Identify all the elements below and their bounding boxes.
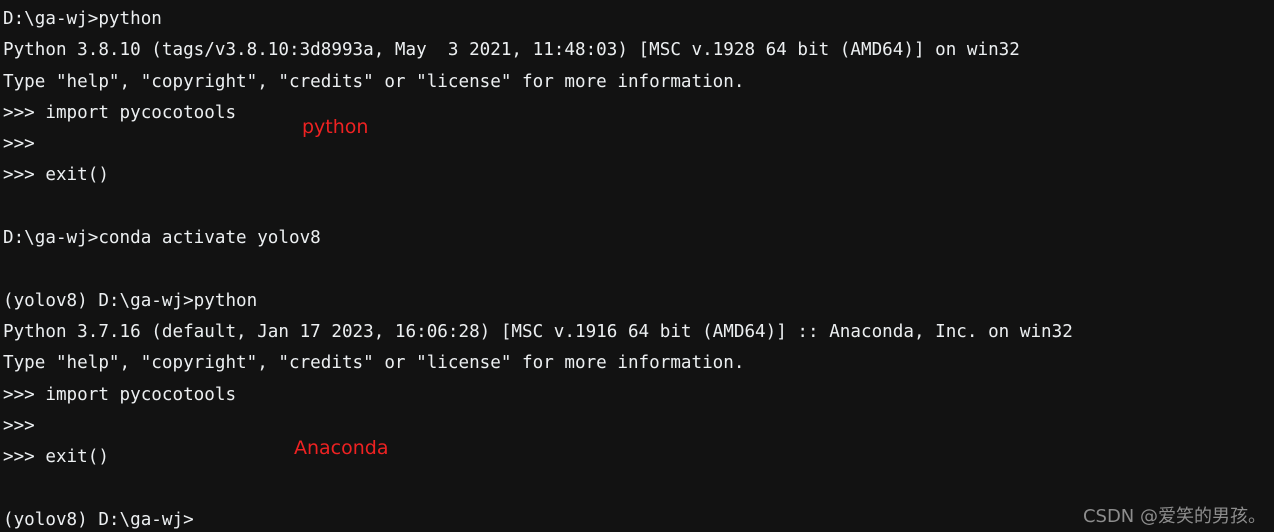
console-line: Python 3.8.10 (tags/v3.8.10:3d8993a, May… bbox=[3, 40, 1020, 61]
console-output[interactable]: D:\ga-wj>python Python 3.8.10 (tags/v3.8… bbox=[0, 0, 1274, 532]
console-line: D:\ga-wj>python bbox=[3, 9, 162, 29]
console-line: Type "help", "copyright", "credits" or "… bbox=[3, 71, 745, 92]
console-line: >>> bbox=[3, 415, 35, 436]
annotation-python: python bbox=[302, 116, 369, 138]
console-line: >>> exit() bbox=[3, 447, 109, 468]
terminal-window[interactable]: D:\ga-wj>python Python 3.8.10 (tags/v3.8… bbox=[0, 0, 1274, 532]
console-line: >>> bbox=[3, 134, 35, 155]
csdn-watermark: CSDN @爱笑的男孩。 bbox=[1082, 506, 1266, 527]
console-line: Type "help", "copyright", "credits" or "… bbox=[3, 353, 745, 374]
console-line: Python 3.7.16 (default, Jan 17 2023, 16:… bbox=[3, 321, 1073, 342]
console-line: >>> import pycocotools bbox=[3, 102, 237, 123]
console-line: >>> import pycocotools bbox=[3, 384, 237, 405]
console-line: D:\ga-wj>conda activate yolov8 bbox=[3, 228, 321, 249]
annotation-anaconda: Anaconda bbox=[294, 437, 389, 459]
console-line: (yolov8) D:\ga-wj>python bbox=[3, 290, 258, 311]
console-line: >>> exit() bbox=[3, 165, 109, 186]
